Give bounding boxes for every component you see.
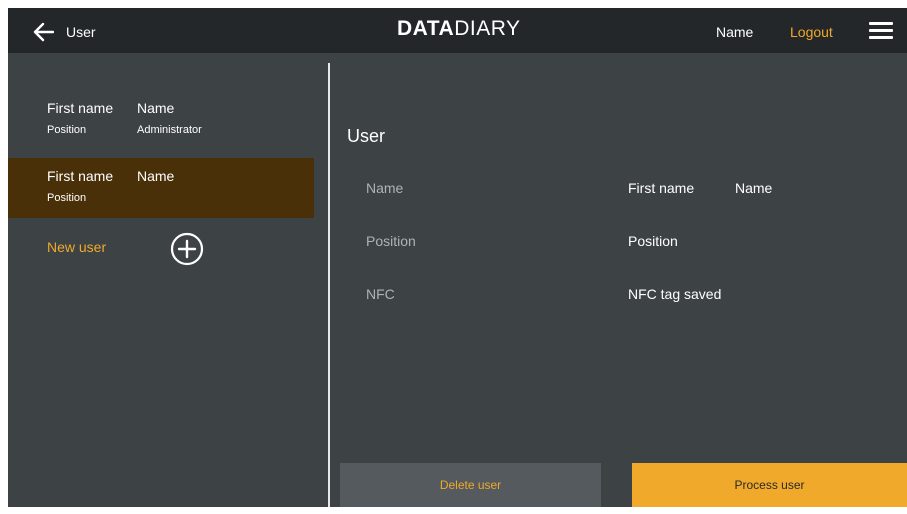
logout-link[interactable]: Logout bbox=[790, 24, 833, 40]
user-last-name: Name bbox=[137, 100, 175, 116]
plus-circle-icon bbox=[170, 232, 204, 270]
field-value-last-name: Name bbox=[735, 180, 773, 196]
field-label-nfc: NFC bbox=[366, 286, 395, 302]
app-window: User DATADIARY Name Logout First name Na… bbox=[8, 8, 907, 507]
field-label-position: Position bbox=[366, 233, 416, 249]
back-label: User bbox=[66, 24, 96, 40]
new-user-link[interactable]: New user bbox=[47, 239, 106, 255]
field-value-nfc: NFC tag saved bbox=[628, 286, 722, 302]
user-position-label: Position bbox=[47, 192, 87, 204]
user-first-name: First name bbox=[47, 100, 114, 116]
user-position-label: Position bbox=[47, 124, 87, 136]
logo-light-text: DIARY bbox=[454, 17, 521, 40]
process-user-button[interactable]: Process user bbox=[632, 463, 907, 507]
user-last-name: Name bbox=[137, 168, 175, 184]
hamburger-menu-icon[interactable] bbox=[869, 22, 893, 40]
app-logo: DATADIARY bbox=[397, 17, 521, 43]
panel-divider bbox=[328, 63, 330, 507]
field-value-position: Position bbox=[628, 233, 678, 249]
user-position-value: Administrator bbox=[137, 124, 202, 136]
add-user-button[interactable] bbox=[170, 232, 204, 266]
top-bar: User DATADIARY Name Logout bbox=[8, 8, 907, 53]
back-button[interactable]: User bbox=[32, 21, 112, 43]
user-first-name: First name bbox=[47, 168, 114, 184]
user-list-sidebar: First name Name Position Administrator bbox=[8, 53, 327, 507]
delete-user-button[interactable]: Delete user bbox=[340, 463, 601, 507]
detail-title: User bbox=[347, 126, 386, 146]
field-label-name: Name bbox=[366, 180, 404, 196]
user-list-item[interactable]: First name Name Position Administrator bbox=[8, 98, 314, 158]
user-list-item-selected[interactable]: First name Name Position bbox=[8, 158, 314, 218]
arrow-left-icon bbox=[32, 22, 54, 42]
field-value-first-name: First name bbox=[628, 180, 695, 196]
logo-bold-text: DATA bbox=[397, 17, 455, 40]
current-user-name[interactable]: Name bbox=[716, 24, 753, 40]
